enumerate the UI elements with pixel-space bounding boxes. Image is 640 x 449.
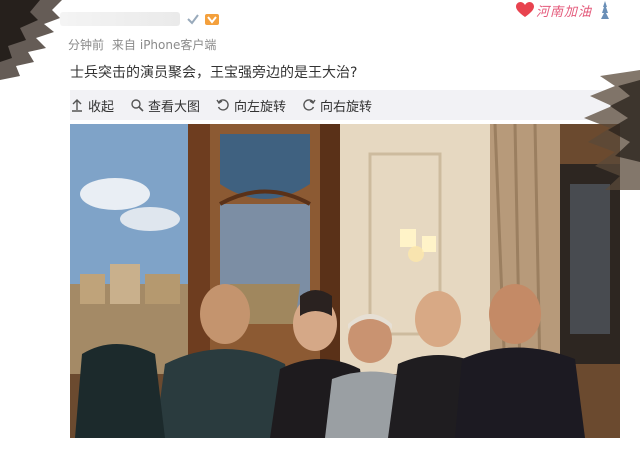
weibo-post-card: 分钟前 来自 iPhone客户端 河南加油 士兵突击的演员聚会，王宝强旁边的是王大… [0,0,640,449]
post-photo[interactable] [70,124,620,438]
rotate-left-icon [216,99,229,111]
rotate-left-label: 向左旋转 [234,99,287,115]
post-source-prefix: 来自 [111,38,136,52]
torn-paper-decoration-right [584,70,640,190]
user-block[interactable] [60,8,220,30]
post-meta: 分钟前 来自 iPhone客户端 [68,36,220,53]
username-blurred[interactable] [60,12,180,26]
collapse-label: 收起 [88,99,115,115]
arrow-up-icon [72,99,82,112]
heart-icon [515,2,534,17]
rotate-right-label: 向右旋转 [320,99,373,115]
event-tag-text: 河南加油 [535,4,592,20]
event-tag[interactable]: 河南加油 [515,0,612,20]
tower-icon [601,1,609,19]
collapse-button[interactable]: 收起 [70,96,114,115]
search-icon [131,99,144,112]
post-text: 士兵突击的演员聚会，王宝强旁边的是王大治? [70,65,358,81]
member-badge-icon [205,14,219,25]
rotate-left-button[interactable]: 向左旋转 [216,96,286,115]
post-source-client[interactable]: iPhone客户端 [140,38,217,52]
image-toolbar: 收起 查看大图 向左旋转 向右旋转 [70,90,620,120]
rotate-right-button[interactable]: 向右旋转 [302,96,372,115]
rotate-right-icon [303,99,316,111]
post-header: 分钟前 来自 iPhone客户端 河南加油 [0,0,640,60]
view-large-button[interactable]: 查看大图 [130,96,200,115]
verified-icon [187,14,199,25]
view-large-label: 查看大图 [148,99,201,115]
post-time[interactable]: 分钟前 [68,38,104,52]
